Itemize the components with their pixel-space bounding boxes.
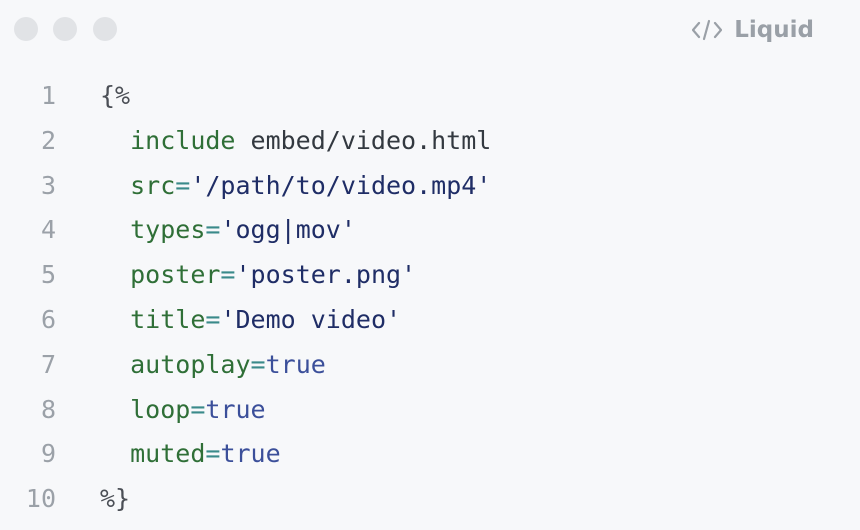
code-token: = xyxy=(250,349,266,379)
code-token: title xyxy=(130,304,206,334)
code-token: = xyxy=(190,394,206,424)
window-close-dot xyxy=(14,17,38,41)
code-line: 5 poster='poster.png' xyxy=(0,253,860,298)
line-number: 9 xyxy=(40,439,56,469)
line-number: 7 xyxy=(40,349,56,379)
code-token: src xyxy=(130,170,176,200)
code-token: {% xyxy=(100,81,131,110)
code-line: 3 src='/path/to/video.mp4' xyxy=(0,164,860,209)
code-token: 'ogg|mov' xyxy=(220,215,356,245)
line-number: 8 xyxy=(40,394,56,424)
line-number: 1 xyxy=(40,81,56,110)
line-source: {% xyxy=(100,74,130,119)
code-line: 7 autoplay=true xyxy=(0,343,860,388)
code-token: = xyxy=(205,439,221,469)
line-source: title='Demo video' xyxy=(100,298,401,343)
language-label: Liquid xyxy=(734,17,814,43)
code-token: true xyxy=(265,349,326,379)
line-number: 3 xyxy=(40,170,56,200)
code-line: 1 {% xyxy=(0,74,860,119)
line-source: muted=true xyxy=(100,432,281,477)
code-line: 10%} xyxy=(0,477,860,522)
code-token: %} xyxy=(100,484,131,514)
line-source: types='ogg|mov' xyxy=(100,208,356,253)
code-token: embed/video.html xyxy=(235,125,492,155)
code-token: = xyxy=(220,260,236,290)
line-number: 6 xyxy=(40,304,56,334)
window-titlebar: Liquid xyxy=(0,0,860,60)
code-token: 'Demo video' xyxy=(220,304,402,334)
line-source: autoplay=true xyxy=(100,343,326,388)
code-line: 9 muted=true xyxy=(0,432,860,477)
code-token: true xyxy=(220,439,281,469)
code-token: loop xyxy=(130,394,191,424)
code-line: 2 include embed/video.html xyxy=(0,119,860,164)
code-line: 4 types='ogg|mov' xyxy=(0,208,860,253)
line-source: include embed/video.html xyxy=(100,119,491,164)
line-source: src='/path/to/video.mp4' xyxy=(100,164,491,209)
line-source: poster='poster.png' xyxy=(100,253,416,298)
line-source: loop=true xyxy=(100,388,266,433)
code-line: 8 loop=true xyxy=(0,388,860,433)
language-badge: Liquid xyxy=(692,14,814,46)
code-token: include xyxy=(130,125,236,155)
code-token: '/path/to/video.mp4' xyxy=(190,170,492,200)
line-number: 4 xyxy=(40,215,56,245)
code-token: types xyxy=(130,215,206,245)
code-token: true xyxy=(205,394,266,424)
window-maximize-dot xyxy=(93,17,117,41)
code-block-window: Liquid 1 {% 2 include embed/video.html 3 sr… xyxy=(0,0,860,530)
code-token: autoplay xyxy=(130,349,251,379)
line-number: 10 xyxy=(25,484,56,514)
code-token: 'poster.png' xyxy=(235,260,417,290)
code-icon xyxy=(692,19,723,41)
line-source: %} xyxy=(100,477,130,522)
line-number: 5 xyxy=(40,260,56,290)
code-token: = xyxy=(175,170,191,200)
code-line: 6 title='Demo video' xyxy=(0,298,860,343)
code-listing[interactable]: 1 {% 2 include embed/video.html 3 src='/pat… xyxy=(0,74,860,522)
window-minimize-dot xyxy=(53,17,77,41)
code-token: muted xyxy=(130,439,206,469)
code-token: poster xyxy=(130,260,221,290)
line-number: 2 xyxy=(40,125,56,155)
code-token: = xyxy=(205,304,221,334)
code-token: = xyxy=(205,215,221,245)
